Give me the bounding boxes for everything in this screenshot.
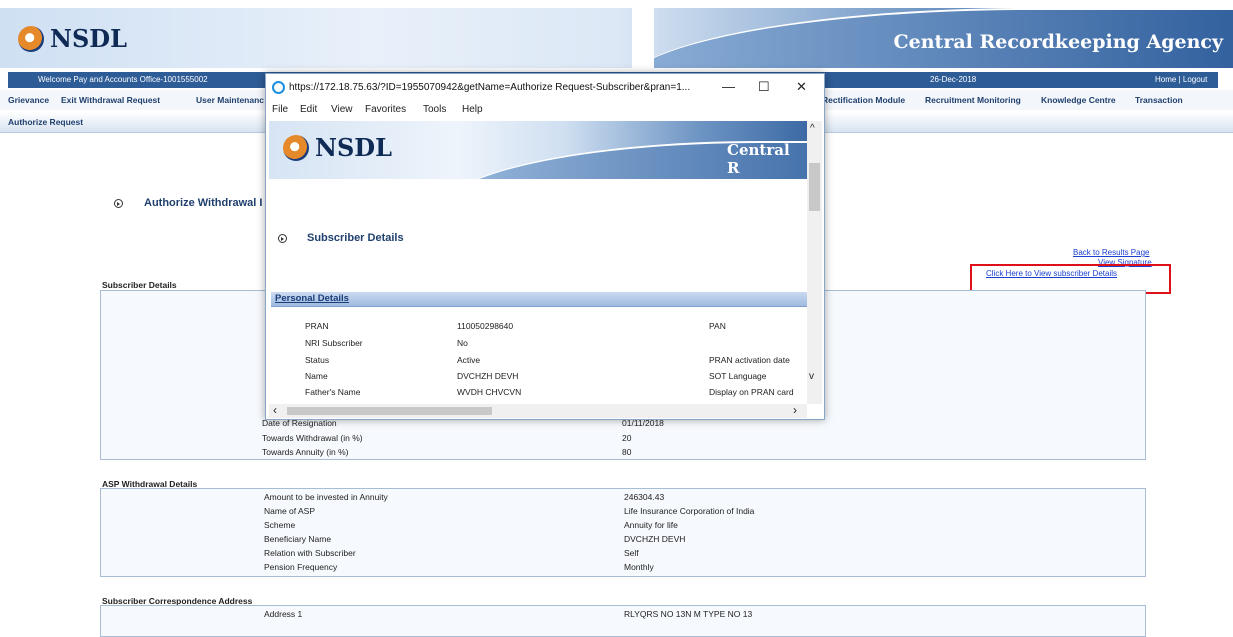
field-label: Father's Name	[305, 387, 361, 397]
welcome-text: Welcome Pay and Accounts Office-10015550…	[38, 75, 208, 84]
page-title: Authorize Withdrawal I	[144, 197, 263, 209]
field-value: DVCHZH DEVH	[457, 371, 519, 381]
popup-url: https://172.18.75.63/?ID=1955070942&getN…	[289, 82, 691, 93]
personal-details-bar: Personal Details	[271, 292, 807, 307]
field-label: Beneficiary Name	[264, 534, 332, 544]
close-button[interactable]: ✕	[796, 79, 807, 95]
field-label: Status	[305, 355, 330, 365]
field-label: Towards Annuity (in %)	[262, 447, 349, 457]
nav-grievance[interactable]: Grievance	[8, 95, 49, 105]
menu-file[interactable]: File	[272, 104, 288, 115]
scroll-right-icon[interactable]: ›	[793, 403, 797, 417]
nav-rectification-module[interactable]: Rectification Module	[822, 95, 905, 105]
subscriber-details-label: Subscriber Details	[102, 280, 177, 290]
asp-details-panel	[100, 488, 1146, 577]
field-label: NRI Subscriber	[305, 338, 363, 348]
field-value: 246304.43	[624, 492, 665, 502]
current-date: 26-Dec-2018	[930, 75, 977, 84]
field-value: Life Insurance Corporation of India	[624, 506, 755, 516]
field-label: PAN	[709, 321, 726, 331]
field-label: Name of ASP	[264, 506, 316, 516]
horizontal-scroll-thumb[interactable]	[287, 407, 492, 415]
field-value: Annuity for life	[624, 520, 678, 530]
field-label: Name	[305, 371, 328, 381]
field-value: RLYQRS NO 13N M TYPE NO 13	[624, 609, 753, 619]
personal-details-link[interactable]: Personal Details	[275, 293, 349, 304]
home-logout-link[interactable]: Home | Logout	[1155, 75, 1207, 84]
field-label: Scheme	[264, 520, 296, 530]
back-to-results-link[interactable]: Back to Results Page	[1073, 248, 1149, 257]
field-label: Pension Frequency	[264, 562, 338, 572]
maximize-button[interactable]: ☐	[758, 79, 770, 95]
menu-view[interactable]: View	[331, 104, 353, 115]
field-label: PRAN	[305, 321, 329, 331]
field-label: PRAN activation date	[709, 355, 790, 365]
nsdl-logo: NSDL	[283, 133, 392, 162]
popup-agency-title: Central R	[727, 141, 790, 177]
menu-edit[interactable]: Edit	[300, 104, 317, 115]
field-value: DVCHZH DEVH	[624, 534, 686, 544]
field-label: Relation with Subscriber	[264, 548, 356, 558]
field-value: 80	[622, 447, 632, 457]
vertical-scrollbar[interactable]: ^ v	[807, 121, 822, 404]
page-header: NSDL Central Recordkeeping Agency	[0, 8, 1233, 68]
field-value: 20	[622, 433, 632, 443]
popup-menubar: File Edit View Favorites Tools Help	[266, 102, 824, 120]
section-arrow-icon	[278, 234, 287, 245]
field-label: Towards Withdrawal (in %)	[262, 433, 363, 443]
nav-user-maintenance[interactable]: User Maintenanc	[196, 95, 264, 105]
field-value: Monthly	[624, 562, 654, 572]
menu-favorites[interactable]: Favorites	[365, 104, 406, 115]
correspondence-panel	[100, 605, 1146, 637]
field-label: SOT Language	[709, 371, 767, 381]
scroll-left-icon[interactable]: ‹	[273, 403, 277, 417]
nav-exit-withdrawal-request[interactable]: Exit Withdrawal Request	[61, 95, 160, 105]
popup-titlebar[interactable]: https://172.18.75.63/?ID=1955070942&getN…	[266, 74, 824, 102]
popup-header: NSDL Central R	[269, 121, 807, 179]
scroll-down-icon[interactable]: v	[809, 371, 814, 382]
field-value: 110050298640	[457, 321, 514, 331]
popup-window: https://172.18.75.63/?ID=1955070942&getN…	[265, 73, 825, 420]
section-arrow-icon	[114, 199, 123, 210]
field-label: Address 1	[264, 609, 303, 619]
nav-authorize-request[interactable]: Authorize Request	[8, 117, 83, 127]
field-label: Amount to be invested in Annuity	[264, 492, 388, 502]
nav-recruitment-monitoring[interactable]: Recruitment Monitoring	[925, 95, 1021, 105]
vertical-scroll-thumb[interactable]	[809, 163, 820, 211]
menu-tools[interactable]: Tools	[423, 104, 446, 115]
field-value: WVDH CHVCVN	[457, 387, 522, 397]
field-label: Display on PRAN card	[709, 387, 794, 397]
menu-help[interactable]: Help	[462, 104, 483, 115]
nsdl-logo: NSDL	[18, 24, 127, 53]
field-value: No	[457, 338, 468, 348]
field-value: Active	[457, 355, 481, 365]
browser-icon	[272, 81, 285, 94]
popup-section-title: Subscriber Details	[307, 232, 404, 244]
nav-knowledge-centre[interactable]: Knowledge Centre	[1041, 95, 1116, 105]
nav-transaction[interactable]: Transaction	[1135, 95, 1183, 105]
minimize-button[interactable]: —	[722, 79, 735, 94]
popup-content: NSDL Central R Subscriber Details Person…	[269, 121, 807, 404]
scroll-up-icon[interactable]: ^	[810, 123, 815, 134]
horizontal-scrollbar[interactable]: ‹ ›	[269, 403, 807, 418]
field-value: Self	[624, 548, 639, 558]
agency-title: Central Recordkeeping Agency	[893, 31, 1223, 53]
